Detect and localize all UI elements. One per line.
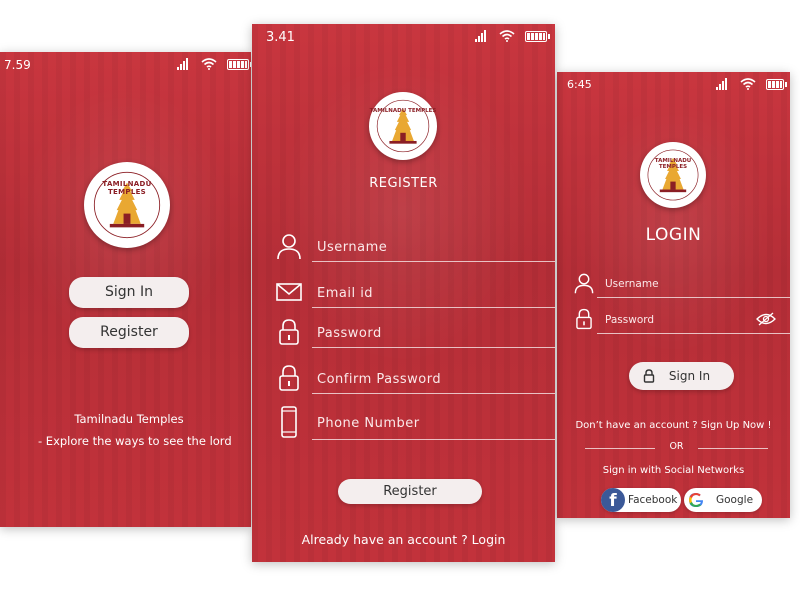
lock-icon bbox=[279, 365, 299, 391]
logo-wordmark: TAMILNADU TEMPLES bbox=[654, 158, 692, 170]
register-screen: 3.41 TAMILNADU TEMPLES REGISTER Username… bbox=[252, 24, 555, 562]
google-icon bbox=[689, 493, 703, 507]
status-bar: 6:45 bbox=[557, 72, 790, 98]
status-icons bbox=[177, 58, 251, 70]
logo-wordmark: TAMILNADU TEMPLES bbox=[102, 180, 152, 196]
or-text: OR bbox=[669, 441, 684, 452]
battery-icon bbox=[227, 58, 251, 70]
app-logo bbox=[84, 162, 170, 248]
login-link[interactable]: Already have an account ? Login bbox=[252, 532, 555, 547]
welcome-screen: 7.59 TAMILNADU TEMPLES Sign In Register … bbox=[0, 52, 251, 527]
battery-icon bbox=[525, 30, 550, 42]
email-placeholder: Email id bbox=[317, 286, 374, 301]
page-title: LOGIN bbox=[645, 225, 702, 245]
app-logo bbox=[640, 142, 706, 208]
facebook-button[interactable]: f Facebook bbox=[601, 488, 681, 512]
tagline-subtitle: - Explore the ways to see the lord bbox=[38, 434, 232, 448]
email-field[interactable]: Email id bbox=[276, 278, 555, 308]
register-submit-button[interactable]: Register bbox=[338, 479, 482, 504]
password-field[interactable]: Password bbox=[573, 308, 790, 334]
google-button[interactable]: Google bbox=[684, 488, 762, 512]
field-underline bbox=[597, 333, 790, 334]
lock-icon bbox=[576, 308, 592, 330]
field-underline bbox=[312, 393, 555, 394]
wifi-icon bbox=[499, 30, 515, 42]
username-placeholder: Username bbox=[317, 240, 388, 255]
status-time: 6:45 bbox=[567, 78, 592, 91]
battery-icon bbox=[766, 78, 787, 90]
google-label: Google bbox=[716, 494, 754, 506]
field-underline bbox=[312, 439, 555, 440]
tagline-title: Tamilnadu Temples bbox=[74, 412, 184, 426]
phone-icon bbox=[281, 406, 297, 438]
facebook-icon: f bbox=[601, 488, 625, 512]
username-field[interactable]: Username bbox=[573, 272, 790, 298]
signal-icon bbox=[716, 78, 730, 90]
status-time: 7.59 bbox=[4, 58, 31, 72]
password-placeholder: Password bbox=[317, 326, 382, 341]
username-placeholder: Username bbox=[605, 278, 659, 290]
login-screen: 6:45 TAMILNADU TEMPLES LOGIN Username Pa… bbox=[557, 72, 790, 518]
status-icons bbox=[716, 78, 787, 90]
signal-icon bbox=[475, 30, 489, 42]
status-bar: 3.41 bbox=[252, 24, 555, 50]
sign-in-label: Sign In bbox=[668, 369, 711, 383]
status-bar: 7.59 bbox=[0, 52, 251, 78]
signal-icon bbox=[177, 58, 191, 70]
social-signin-text: Sign in with Social Networks bbox=[602, 465, 745, 476]
status-icons bbox=[475, 30, 550, 42]
confirm-password-placeholder: Confirm Password bbox=[317, 372, 442, 387]
password-placeholder: Password bbox=[605, 314, 655, 326]
field-underline bbox=[312, 261, 555, 262]
field-underline bbox=[597, 297, 790, 298]
password-field[interactable]: Password bbox=[276, 318, 555, 348]
lock-icon bbox=[643, 369, 655, 383]
phone-placeholder: Phone Number bbox=[317, 416, 420, 431]
user-icon bbox=[574, 273, 594, 294]
lock-icon bbox=[279, 319, 299, 345]
page-title: REGISTER bbox=[369, 176, 438, 191]
wifi-icon bbox=[201, 58, 217, 70]
field-underline bbox=[312, 347, 555, 348]
sign-in-button[interactable]: Sign In bbox=[629, 362, 734, 390]
wifi-icon bbox=[740, 78, 756, 90]
app-logo bbox=[369, 92, 437, 160]
logo-wordmark: TAMILNADU TEMPLES bbox=[369, 108, 437, 114]
sign-in-button[interactable]: Sign In bbox=[69, 277, 189, 308]
field-underline bbox=[312, 307, 555, 308]
phone-field[interactable]: Phone Number bbox=[276, 406, 555, 440]
mail-icon bbox=[276, 283, 302, 301]
or-divider: OR bbox=[585, 441, 768, 452]
username-field[interactable]: Username bbox=[276, 232, 555, 262]
signup-link[interactable]: Don’t have an account ? Sign Up Now ! bbox=[557, 420, 790, 431]
status-time: 3.41 bbox=[266, 30, 295, 45]
register-button[interactable]: Register bbox=[69, 317, 189, 348]
facebook-label: Facebook bbox=[628, 494, 678, 506]
eye-off-icon[interactable] bbox=[756, 312, 776, 326]
confirm-password-field[interactable]: Confirm Password bbox=[276, 364, 555, 394]
user-icon bbox=[277, 234, 301, 260]
